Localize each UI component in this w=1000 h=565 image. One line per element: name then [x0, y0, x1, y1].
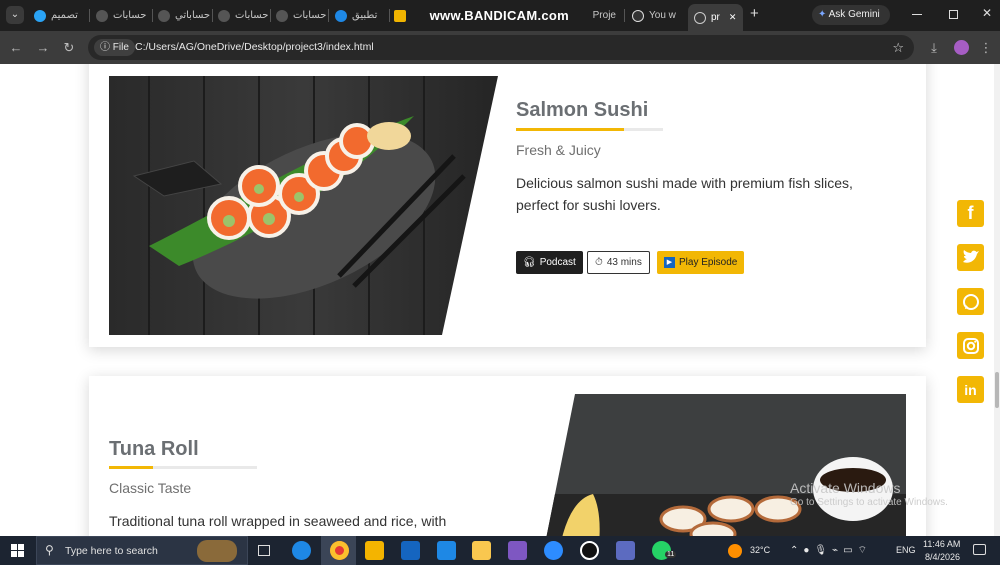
card-title: Salmon Sushi — [516, 99, 649, 121]
facebook-icon[interactable]: f — [957, 200, 984, 227]
stopwatch-icon: ⏱ — [595, 257, 603, 268]
search-icon: ⚲ — [45, 543, 54, 557]
episode-card: Salmon Sushi Fresh & Juicy Delicious sal… — [89, 64, 926, 347]
bookmark-star-icon[interactable]: ☆ — [892, 35, 904, 60]
tab-favicon-icon — [694, 11, 706, 24]
gemini-star-icon: ✦ — [818, 9, 827, 20]
windows-start-icon[interactable] — [11, 544, 24, 557]
tab-favicon-icon — [218, 9, 230, 22]
title-underline-accent — [516, 128, 624, 131]
twitter-icon[interactable] — [957, 244, 984, 271]
bandicam-watermark: www.BANDICAM.com — [429, 8, 570, 23]
zoom-icon[interactable] — [544, 541, 563, 560]
edge-icon[interactable] — [292, 541, 311, 560]
card-description: Delicious salmon sushi made with premium… — [516, 175, 853, 213]
file-chip[interactable]: ⓘ File — [94, 39, 135, 56]
duration-badge: ⏱ 43 mins — [587, 251, 650, 274]
browser-tab-strip: ⌄ تصميم حسابات حساباتي حسابات حسابات تطب… — [0, 0, 1000, 31]
tray-icons[interactable]: ⌃●🎙︎⌁▭⌔ — [790, 544, 872, 557]
url-text[interactable]: C:/Users/AG/OneDrive/Desktop/project3/in… — [135, 35, 374, 60]
clock-time[interactable]: 11:46 AM — [923, 539, 960, 549]
taskbar-search-box[interactable]: ⚲ Type here to search — [36, 536, 248, 565]
app-icon[interactable] — [401, 541, 420, 560]
browser-tab[interactable]: تطبيق — [335, 4, 387, 27]
menu-kebab-icon[interactable]: ⋮ — [977, 31, 995, 64]
browser-tab[interactable]: You w — [632, 4, 682, 27]
teams-icon[interactable] — [616, 541, 635, 560]
activate-windows-hint: Go to Settings to activate Windows. — [790, 497, 948, 508]
minimize-icon[interactable] — [912, 14, 922, 15]
visual-studio-icon[interactable] — [508, 541, 527, 560]
tab-favicon-icon — [96, 9, 108, 22]
whatsapp-icon[interactable] — [957, 288, 984, 315]
close-tab-icon[interactable]: ✕ — [729, 12, 737, 23]
card-title: Tuna Roll — [109, 438, 199, 460]
weather-icon — [728, 544, 742, 558]
activate-windows-watermark: Activate Windows — [790, 480, 901, 496]
search-owl-icon — [197, 540, 237, 562]
file-explorer-icon[interactable] — [472, 541, 491, 560]
card-description: Traditional tuna roll wrapped in seaweed… — [109, 513, 447, 529]
tab-favicon-icon — [394, 9, 406, 22]
reload-icon[interactable]: ↻ — [60, 31, 78, 64]
maximize-icon[interactable] — [949, 10, 958, 19]
language-indicator[interactable]: ENG — [896, 545, 916, 555]
microsoft-store-icon[interactable] — [365, 541, 384, 560]
browser-tab[interactable]: حسابات — [218, 4, 268, 27]
close-window-icon[interactable]: ✕ — [982, 6, 992, 20]
task-view-icon[interactable] — [258, 545, 270, 556]
linkedin-icon[interactable]: in — [957, 376, 984, 403]
podcast-badge[interactable]: 🎧︎ Podcast — [516, 251, 583, 274]
tab-favicon-icon — [276, 9, 288, 22]
ask-gemini-button[interactable]: ✦ Ask Gemini — [812, 5, 890, 25]
windows-taskbar: ⚲ Type here to search 11 32°C ⌃●🎙︎⌁▭⌔ EN… — [0, 536, 1000, 565]
new-tab-button[interactable]: + — [750, 5, 759, 22]
episode-card: Tuna Roll Classic Taste Traditional tuna… — [89, 376, 926, 536]
scrollbar-thumb[interactable] — [995, 372, 999, 408]
browser-tab-active[interactable]: pr ✕ — [688, 4, 743, 31]
record-icon[interactable] — [580, 541, 599, 560]
notification-icon[interactable] — [973, 544, 986, 555]
info-icon: ⓘ — [100, 42, 110, 53]
salmon-sushi-image — [109, 76, 498, 335]
weather-temperature[interactable]: 32°C — [750, 545, 770, 555]
tab-favicon-icon — [632, 9, 644, 22]
browser-tab[interactable]: حسابات — [276, 4, 326, 27]
title-underline-accent — [109, 466, 153, 469]
headphones-icon: 🎧︎ — [523, 257, 536, 268]
clock-date[interactable]: 8/4/2026 — [925, 552, 960, 562]
back-arrow-icon[interactable]: ← — [7, 31, 25, 64]
tab-search-button[interactable]: ⌄ — [6, 6, 24, 24]
play-episode-button[interactable]: ▶ Play Episode — [657, 251, 745, 274]
forward-arrow-icon[interactable]: → — [34, 31, 52, 64]
tuna-roll-image — [543, 394, 906, 536]
browser-tab[interactable]: www.BANDICAM.com Proje — [394, 4, 616, 27]
profile-avatar[interactable] — [954, 40, 969, 55]
browser-tab[interactable]: تصميم — [34, 4, 86, 27]
tab-favicon-icon — [34, 9, 46, 22]
tab-favicon-icon — [335, 9, 347, 22]
instagram-icon[interactable] — [957, 332, 984, 359]
page-scrollbar[interactable] — [994, 64, 1000, 536]
browser-tab[interactable]: حسابات — [96, 4, 150, 27]
webpage-viewport: Salmon Sushi Fresh & Juicy Delicious sal… — [0, 64, 1000, 536]
card-subtitle: Classic Taste — [109, 480, 192, 496]
download-icon[interactable]: ⤓ — [925, 31, 943, 64]
browser-tab[interactable]: حساباتي — [158, 4, 210, 27]
chrome-icon[interactable] — [330, 541, 349, 560]
play-icon: ▶ — [664, 257, 675, 268]
whatsapp-badge: 11 — [665, 551, 677, 558]
browser-toolbar: ← → ↻ ⓘ File C:/Users/AG/OneDrive/Deskto… — [0, 31, 1000, 64]
card-subtitle: Fresh & Juicy — [516, 142, 601, 158]
address-bar[interactable]: ⓘ File C:/Users/AG/OneDrive/Desktop/proj… — [88, 35, 914, 60]
tab-favicon-icon — [158, 9, 170, 22]
vscode-icon[interactable] — [437, 541, 456, 560]
